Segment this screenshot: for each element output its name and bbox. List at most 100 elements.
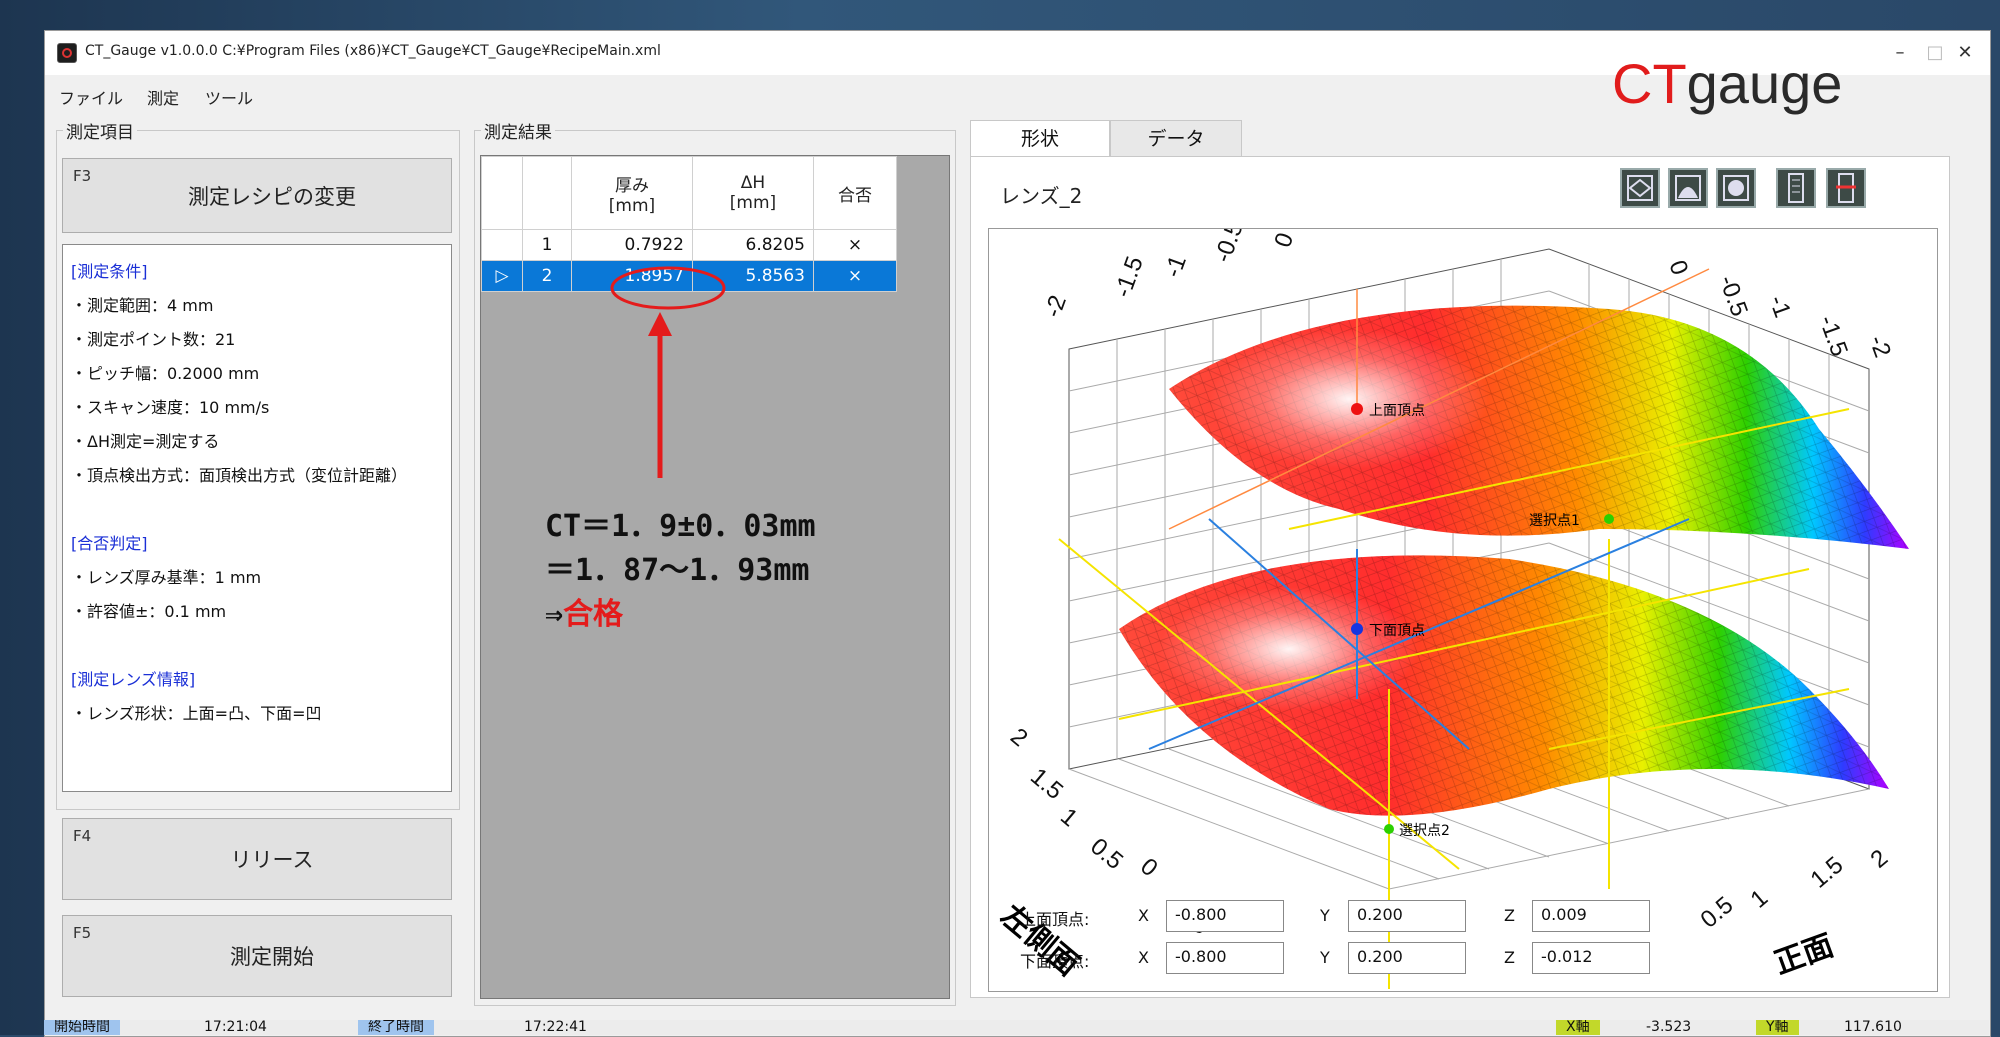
cond-line: ・測定ポイント数：21 (71, 330, 236, 349)
tick-label: 2 (1866, 844, 1894, 873)
lens-3d-plot[interactable]: 上面頂点 下面頂点 選択点1 選択点2 -2 -1.5 -1 -0.5 0 0 … (988, 228, 1938, 992)
lens-line: ・レンズ形状：上面=凸、下面=凹 (71, 704, 322, 723)
top-vertex-y-field[interactable]: 0.200 (1348, 900, 1466, 932)
tick-label: -0.5 (1209, 229, 1249, 266)
select-point-1-marker (1604, 514, 1614, 524)
menu-tools[interactable]: ツール (205, 85, 253, 109)
annotation-line2: ＝1．87～1．93mm (545, 553, 810, 588)
tick-label: -2 (1863, 332, 1896, 361)
cond-line: ・測定範囲：4 mm (71, 296, 214, 315)
cond-line: ・ΔH測定=測定する (71, 432, 220, 451)
lens-header: [測定レンズ情報] (71, 670, 196, 689)
measure-items-legend: 測定項目 (66, 123, 134, 143)
pass-cell[interactable]: × (813, 260, 897, 292)
bottom-vertex-y-field[interactable]: 0.200 (1348, 942, 1466, 974)
scale-marker-icon[interactable] (1826, 168, 1866, 208)
ct-gauge-logo: CTgauge (1612, 52, 1843, 115)
lens-name: レンズ_2 (1000, 184, 1083, 208)
annotation-line1: CT＝1．9±0．03mm (545, 509, 816, 544)
cond-line: ・ピッチ幅：0.2000 mm (71, 364, 260, 383)
view-front-icon[interactable] (1716, 168, 1756, 208)
x-label: X (1138, 948, 1149, 967)
row-marker-header (481, 156, 523, 230)
tick-label: -1.5 (1109, 253, 1149, 301)
menu-measure[interactable]: 測定 (147, 85, 179, 109)
select-point-2-label: 選択点2 (1399, 823, 1450, 839)
grid-header-row: 厚み [mm] ΔH [mm] 合否 (481, 156, 897, 230)
tab-data[interactable]: データ (1110, 120, 1242, 156)
start-time-label: 開始時間 (44, 1020, 120, 1035)
close-button[interactable]: ✕ (1945, 39, 1985, 67)
tick-label: 1 (1746, 884, 1774, 913)
bottom-vertex-marker (1351, 623, 1363, 635)
judge-line: ・許容値±：0.1 mm (71, 602, 227, 621)
start-measure-button[interactable]: F5 測定開始 (62, 915, 452, 997)
tolerance-annotation: CT＝1．9±0．03mm ＝1．87～1．93mm ⇒合格 (545, 505, 816, 637)
cond-line: ・頂点検出方式：面頂検出方式（変位計距離） (71, 466, 408, 485)
status-bar: 開始時間 17:21:04 終了時間 17:22:41 X軸 -3.523 Y軸… (44, 1020, 1989, 1035)
top-vertex-x-field[interactable]: -0.800 (1166, 900, 1284, 932)
results-legend: 測定結果 (484, 123, 552, 143)
highlight-arrow-head (648, 312, 672, 336)
y-axis-label: Y軸 (1756, 1020, 1799, 1035)
view-top-icon[interactable] (1620, 168, 1660, 208)
tick-label: 0.5 (1085, 833, 1128, 875)
select-point-1-label: 選択点1 (1529, 513, 1580, 529)
tick-label: -2 (1039, 292, 1072, 321)
tick-label: 0 (1663, 257, 1693, 279)
change-recipe-button[interactable]: F3 測定レシピの変更 (62, 158, 452, 233)
tick-label: 1.5 (1806, 851, 1849, 893)
select-point-2-marker (1384, 824, 1394, 834)
top-vertex-z-field[interactable]: 0.009 (1532, 900, 1650, 932)
release-label: リリース (230, 848, 314, 872)
z-label: Z (1504, 948, 1515, 967)
thickness-column-header[interactable]: 厚み [mm] (571, 156, 693, 230)
tick-label: 1.5 (1025, 763, 1068, 805)
top-surface-highlight (1209, 329, 1489, 469)
menu-file[interactable]: ファイル (59, 85, 123, 109)
x-axis-value: -3.523 (1646, 1020, 1692, 1035)
bottom-surface-highlight (1159, 587, 1419, 711)
tick-label: -1 (1763, 292, 1796, 321)
tick-label: 0 (1135, 853, 1163, 882)
release-button[interactable]: F4 リリース (62, 818, 452, 900)
app-icon (57, 43, 77, 63)
x-axis-label: X軸 (1556, 1020, 1600, 1035)
dh-column-header[interactable]: ΔH [mm] (692, 156, 814, 230)
end-time-label: 終了時間 (358, 1020, 434, 1035)
x-label: X (1138, 906, 1149, 925)
tick-label: -1.5 (1813, 312, 1853, 360)
y-label: Y (1320, 906, 1330, 925)
annotation-markup (610, 266, 726, 478)
annotation-arrow: ⇒ (545, 597, 564, 632)
highlight-ellipse (610, 266, 726, 310)
scale-icon[interactable] (1776, 168, 1816, 208)
y-label: Y (1320, 948, 1330, 967)
annotation-result: 合格 (563, 597, 624, 632)
axis-label-front: 正面 (1770, 928, 1838, 981)
judge-header: [合否判定] (71, 534, 148, 553)
bottom-vertex-z-field[interactable]: -0.012 (1532, 942, 1650, 974)
cond-header: [測定条件] (71, 262, 148, 281)
top-vertex-row-label: 上面頂点: (1020, 910, 1090, 929)
start-measure-label: 測定開始 (230, 945, 314, 969)
bottom-vertex-row-label: 下面頂点: (1020, 952, 1090, 971)
judge-line: ・レンズ厚み基準：1 mm (71, 568, 262, 587)
bottom-vertex-x-field[interactable]: -0.800 (1166, 942, 1284, 974)
tick-label: 0.5 (1696, 891, 1739, 933)
cond-line: ・スキャン速度：10 mm/s (71, 398, 270, 417)
window-title: CT_Gauge v1.0.0.0 C:¥Program Files (x86)… (85, 43, 661, 59)
tick-label: -1 (1159, 252, 1192, 281)
bottom-vertex-label: 下面頂点 (1369, 623, 1425, 639)
pass-column-header[interactable]: 合否 (813, 156, 897, 230)
view-side-icon[interactable] (1668, 168, 1708, 208)
z-label: Z (1504, 906, 1515, 925)
recipe-info-box: [測定条件] ・測定範囲：4 mm ・測定ポイント数：21 ・ピッチ幅：0.20… (62, 244, 452, 792)
end-time-value: 17:22:41 (524, 1020, 587, 1035)
tick-label: 1 (1055, 803, 1083, 832)
minimize-button[interactable]: – (1880, 39, 1920, 67)
tab-shape[interactable]: 形状 (970, 120, 1110, 156)
top-vertex-marker (1351, 403, 1363, 415)
change-recipe-label: 測定レシピの変更 (188, 184, 356, 209)
pass-cell[interactable]: × (813, 229, 897, 261)
